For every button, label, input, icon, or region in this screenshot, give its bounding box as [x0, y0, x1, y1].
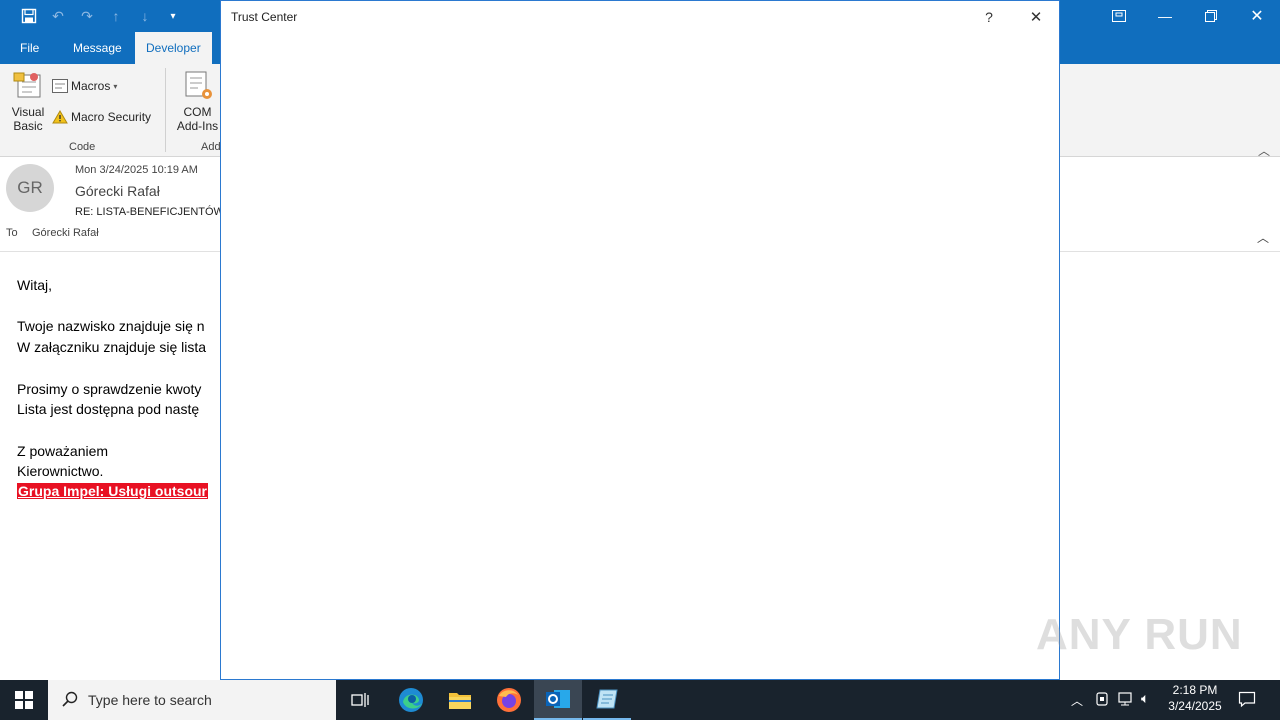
body-link[interactable]: Grupa Impel: Usługi outsour	[17, 483, 209, 501]
restore-icon[interactable]	[1188, 0, 1234, 32]
warning-icon	[52, 110, 68, 124]
clock-date: 3/24/2025	[1168, 699, 1222, 713]
search-placeholder: Type here to search	[88, 692, 212, 708]
to-recipient[interactable]: Górecki Rafał	[32, 227, 99, 239]
file-explorer-icon[interactable]	[436, 680, 484, 720]
group-label-code: Code	[69, 141, 96, 153]
macros-icon	[52, 79, 68, 93]
clock[interactable]: 2:18 PM 3/24/2025	[1166, 683, 1224, 713]
body-line-3: Prosimy o sprawdzenie kwoty	[17, 381, 202, 397]
taskbar: Type here to search ︿ 🔈︎ 2:18 PM 3/24/20…	[0, 680, 1280, 720]
notifications-icon[interactable]	[1238, 690, 1256, 711]
close-window-icon[interactable]: ✕	[1234, 0, 1280, 32]
watermark: ANY RUN	[1036, 610, 1243, 659]
avatar: GR	[6, 164, 54, 212]
macro-security-button[interactable]: Macro Security	[52, 108, 151, 126]
body-link-text[interactable]: Grupa Impel: Usługi outsour	[17, 483, 209, 499]
edge-icon[interactable]	[387, 680, 435, 720]
device-icon[interactable]	[1095, 691, 1109, 710]
ribbon-display-options-icon[interactable]	[1096, 0, 1142, 32]
body-line-2: W załączniku znajduje się lista	[17, 339, 207, 355]
collapse-header-icon[interactable]: ︿	[1257, 229, 1269, 246]
message-date: Mon 3/24/2025 10:19 AM	[75, 164, 198, 176]
windows-logo-icon	[15, 691, 33, 709]
macro-security-label: Macro Security	[71, 110, 152, 124]
outlook-icon	[546, 690, 570, 708]
body-greeting: Witaj,	[17, 277, 52, 293]
taskbar-search[interactable]: Type here to search	[48, 680, 336, 720]
down-arrow-icon[interactable]: ↓	[135, 6, 155, 26]
to-label: To	[6, 227, 18, 239]
com-label-2: Add-Ins	[176, 119, 219, 133]
com-label-1: COM	[183, 105, 212, 119]
help-icon[interactable]: ?	[977, 7, 1001, 27]
network-icon[interactable]	[1118, 692, 1134, 709]
body-line-4: Lista jest dostępna pod nastę	[17, 401, 200, 417]
volume-icon[interactable]: 🔈︎	[1141, 690, 1149, 707]
start-button[interactable]	[0, 680, 48, 720]
redo-icon[interactable]: ↷	[77, 6, 97, 26]
visual-basic-icon	[12, 69, 44, 101]
group-label-addins: Add	[201, 141, 221, 153]
group-divider	[165, 68, 166, 152]
outlook-taskbar-button[interactable]	[534, 680, 582, 720]
notepad-icon[interactable]	[583, 680, 631, 720]
dialog-title: Trust Center	[231, 10, 298, 24]
firefox-icon[interactable]	[485, 680, 533, 720]
macros-button[interactable]: Macros ▾	[52, 77, 117, 95]
up-arrow-icon[interactable]: ↑	[106, 6, 126, 26]
tab-developer[interactable]: Developer	[135, 32, 212, 64]
macros-label: Macros	[71, 79, 111, 93]
body-line-1: Twoje nazwisko znajduje się n	[17, 318, 205, 334]
task-view-icon[interactable]	[336, 680, 384, 720]
chevron-down-icon: ▾	[113, 81, 118, 91]
visual-basic-button[interactable]: Visual Basic	[9, 69, 47, 139]
com-addins-button[interactable]: COM Add-Ins	[175, 69, 220, 139]
visual-basic-label-2: Basic	[13, 119, 43, 133]
com-addins-icon	[182, 69, 214, 101]
tab-file[interactable]: File	[9, 32, 50, 64]
message-subject: RE: LISTA-BENEFICJENTÓW	[75, 206, 224, 218]
trust-center-dialog: Trust Center ? ✕	[220, 0, 1060, 680]
show-hidden-icons-icon[interactable]: ︿	[1071, 692, 1083, 709]
body-closing-2: Kierownictwo.	[17, 463, 104, 479]
undo-icon[interactable]: ↶	[48, 6, 68, 26]
save-icon[interactable]	[19, 6, 39, 26]
visual-basic-label-1: Visual	[11, 105, 45, 119]
body-closing-1: Z poważaniem	[17, 443, 109, 459]
customize-qat-icon[interactable]: ▾	[163, 6, 183, 26]
tab-message[interactable]: Message	[62, 32, 133, 64]
search-icon	[62, 691, 78, 710]
minimize-icon[interactable]: —	[1142, 0, 1188, 32]
dialog-close-icon[interactable]: ✕	[1021, 5, 1051, 29]
sender-name[interactable]: Górecki Rafał	[75, 183, 160, 199]
clock-time: 2:18 PM	[1172, 683, 1218, 697]
